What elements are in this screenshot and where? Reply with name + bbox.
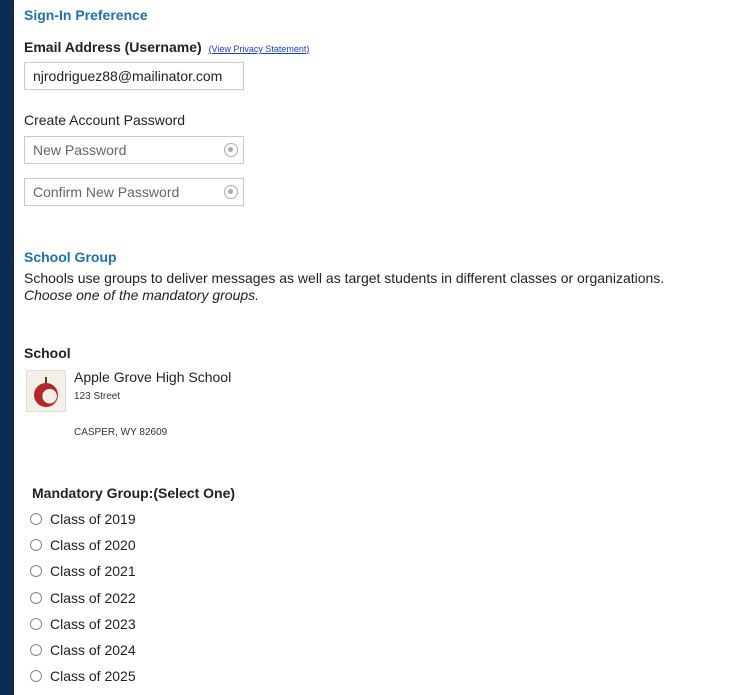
school-group-heading: School Group (24, 249, 117, 265)
mandatory-group-label: Mandatory Group:(Select One) (32, 485, 236, 501)
radio-button[interactable] (30, 644, 42, 656)
school-logo-apple (26, 370, 66, 412)
radio-button[interactable] (30, 565, 42, 577)
sign-in-preference-heading: Sign-In Preference (24, 7, 148, 23)
school-group-instruction: Choose one of the mandatory groups. (24, 287, 259, 304)
radio-button[interactable] (30, 513, 42, 525)
radio-label: Class of 2024 (50, 642, 136, 658)
reveal-confirm-password-icon[interactable] (224, 185, 238, 199)
school-group-description: Schools use groups to deliver messages a… (24, 270, 665, 286)
school-street: 123 Street (74, 391, 121, 402)
email-label-text: Email Address (Username) (24, 39, 202, 55)
school-city-state-zip: CASPER, WY 82609 (74, 427, 168, 438)
new-password-input[interactable] (24, 136, 244, 164)
radio-option-class-of-2022[interactable]: Class of 2022 (30, 588, 136, 608)
radio-option-class-of-2021[interactable]: Class of 2021 (30, 561, 136, 581)
radio-label: Class of 2023 (50, 616, 136, 632)
reveal-password-icon[interactable] (224, 143, 238, 157)
apple-body (34, 383, 58, 407)
radio-option-class-of-2020[interactable]: Class of 2020 (30, 535, 136, 555)
radio-button[interactable] (30, 618, 42, 630)
school-label: School (24, 345, 71, 361)
registration-panel: Sign-In Preference Email Address (Userna… (14, 0, 752, 695)
radio-label: Class of 2020 (50, 537, 136, 553)
radio-option-class-of-2023[interactable]: Class of 2023 (30, 614, 136, 634)
radio-option-class-of-2019[interactable]: Class of 2019 (30, 509, 136, 529)
radio-label: Class of 2022 (50, 590, 136, 606)
email-label: Email Address (Username) (View Privacy S… (24, 39, 309, 55)
create-password-label: Create Account Password (24, 112, 186, 128)
school-name: Apple Grove High School (74, 369, 232, 385)
radio-button[interactable] (30, 592, 42, 604)
radio-label: Class of 2021 (50, 563, 136, 579)
confirm-password-input[interactable] (24, 178, 244, 206)
radio-option-class-of-2025[interactable]: Class of 2025 (30, 666, 136, 686)
email-field[interactable] (24, 62, 244, 90)
radio-button[interactable] (30, 539, 42, 551)
radio-label: Class of 2019 (50, 511, 136, 527)
radio-button[interactable] (30, 670, 42, 682)
radio-label: Class of 2025 (50, 668, 136, 684)
privacy-statement-link[interactable]: (View Privacy Statement) (209, 44, 310, 54)
radio-option-class-of-2024[interactable]: Class of 2024 (30, 640, 136, 660)
school-group-instruction-text: Choose one of the mandatory groups. (24, 287, 260, 303)
